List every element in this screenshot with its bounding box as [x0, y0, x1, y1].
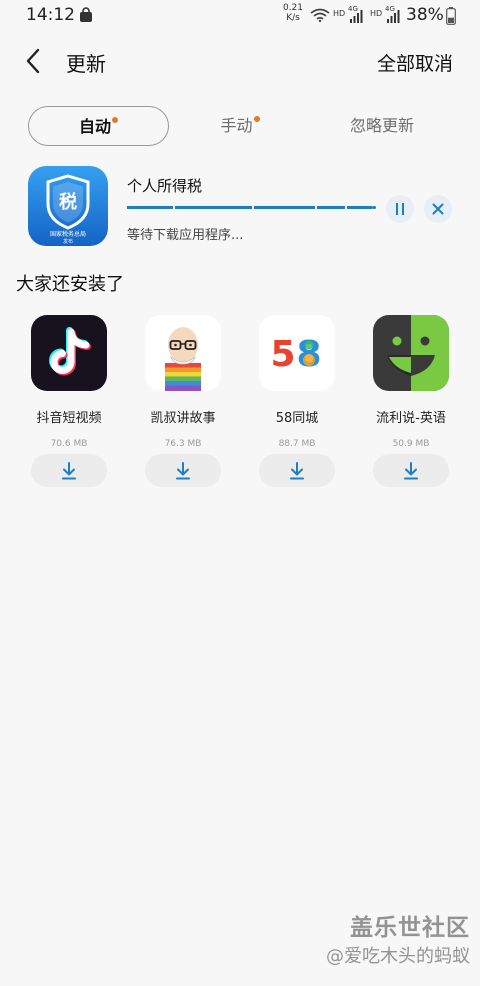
- liulishuo-icon[interactable]: [373, 315, 449, 391]
- status-time: 14:12: [26, 5, 75, 25]
- progress-end-marker: [372, 206, 376, 209]
- 58-icon[interactable]: 5 8: [259, 315, 335, 391]
- pause-button[interactable]: [386, 195, 414, 223]
- download-progress-bar: [127, 205, 377, 210]
- page-title: 更新: [66, 52, 106, 76]
- tab-label: 手动: [220, 116, 253, 135]
- svg-text:国家税务总局: 国家税务总局: [50, 230, 86, 238]
- recommend-app-name: 凯叔讲故事: [150, 411, 216, 426]
- recommend-app-name: 58同城: [275, 411, 319, 426]
- wifi-icon: [310, 8, 330, 22]
- recommend-section-title: 大家还安装了: [16, 274, 124, 295]
- cancel-all-button[interactable]: 全部取消: [377, 49, 453, 76]
- back-arrow-icon[interactable]: [22, 46, 46, 76]
- tax-app-icon[interactable]: 税 国家税务总局 发布: [28, 166, 108, 246]
- battery-icon: [446, 7, 456, 25]
- tiktok-icon[interactable]: [31, 315, 107, 391]
- tab-auto[interactable]: 自动: [28, 106, 169, 146]
- recommend-app-name: 流利说-英语: [376, 411, 446, 426]
- updating-app-name: 个人所得税: [127, 177, 203, 195]
- new-badge-dot: [253, 116, 260, 122]
- close-icon: [432, 203, 444, 215]
- tab-ignored[interactable]: 忽略更新: [330, 106, 434, 146]
- 58-digit-5: 5: [270, 334, 295, 375]
- download-icon: [404, 462, 418, 480]
- download-icon: [62, 462, 76, 480]
- download-button[interactable]: [259, 454, 335, 487]
- download-button[interactable]: [31, 454, 107, 487]
- signal-icon: [350, 10, 363, 23]
- download-button[interactable]: [373, 454, 449, 487]
- watermark-brand: 盖乐世社区: [350, 915, 470, 941]
- network-speed: 0.21 K/s: [282, 3, 304, 23]
- pause-icon: [396, 203, 404, 215]
- watermark-user: @爱吃木头的蚂蚁: [326, 946, 470, 967]
- progress-fill: [127, 206, 372, 209]
- recommend-app-size: 76.3 MB: [164, 439, 202, 449]
- svg-text:发布: 发布: [63, 238, 73, 245]
- signal-icon: [387, 10, 400, 23]
- recommend-app-name: 抖音短视频: [36, 411, 102, 426]
- shopping-bag-icon: [80, 7, 92, 22]
- tab-manual[interactable]: 手动: [200, 106, 280, 146]
- cancel-download-button[interactable]: [424, 195, 452, 223]
- recommend-app-size: 88.7 MB: [278, 439, 316, 449]
- download-icon: [176, 462, 190, 480]
- tax-char: 税: [59, 191, 77, 213]
- tab-label: 自动: [78, 117, 111, 136]
- download-button[interactable]: [145, 454, 221, 487]
- battery-percentage: 38%: [406, 5, 444, 25]
- recommend-app-size: 50.9 MB: [392, 439, 430, 449]
- storyteller-icon[interactable]: [145, 315, 221, 391]
- status-bar: 14:12 0.21 K/s HD 4G HD 4G 38%: [0, 0, 480, 32]
- download-icon: [290, 462, 304, 480]
- recommend-app-size: 70.6 MB: [50, 439, 88, 449]
- tab-label: 忽略更新: [349, 116, 414, 135]
- update-status-text: 等待下载应用程序...: [127, 228, 244, 243]
- new-badge-dot: [112, 117, 118, 123]
